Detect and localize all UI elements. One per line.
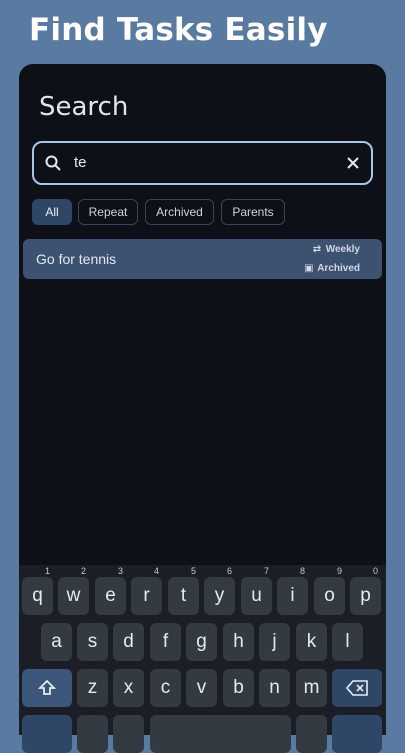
key-t[interactable]: t5 <box>168 566 199 615</box>
filter-chip-repeat[interactable]: Repeat <box>78 199 138 225</box>
key-y[interactable]: y6 <box>204 566 235 615</box>
filter-chip-all[interactable]: All <box>32 199 72 225</box>
key-k[interactable]: k <box>296 623 327 661</box>
task-list-item[interactable]: Go for tennis ⇄ Weekly ▣ Archived <box>23 239 382 279</box>
search-input[interactable]: te <box>32 141 373 185</box>
key-p[interactable]: p0 <box>350 566 381 615</box>
key-g[interactable]: g <box>186 623 217 661</box>
task-title: Go for tennis <box>36 251 117 267</box>
on-screen-keyboard: q1 w2 e3 r4 t5 y6 u7 i8 o9 p0 a s d f g … <box>19 565 386 753</box>
key-o[interactable]: o9 <box>314 566 345 615</box>
enter-key[interactable] <box>332 715 382 753</box>
key-b[interactable]: b <box>223 669 254 707</box>
archived-badge: ▣ Archived <box>304 263 360 274</box>
backspace-icon <box>345 680 368 696</box>
key-a[interactable]: a <box>41 623 72 661</box>
headline: Find Tasks Easily <box>29 12 328 48</box>
period-key[interactable] <box>296 715 327 753</box>
key-c[interactable]: c <box>150 669 181 707</box>
shift-key[interactable] <box>22 669 72 707</box>
key-h[interactable]: h <box>223 623 254 661</box>
shift-icon <box>37 679 57 695</box>
key-m[interactable]: m <box>296 669 327 707</box>
repeat-badge: ⇄ Weekly <box>312 244 360 255</box>
key-z[interactable]: z <box>77 669 108 707</box>
key-v[interactable]: v <box>186 669 217 707</box>
page-title: Search <box>39 92 129 122</box>
key-n[interactable]: n <box>259 669 290 707</box>
key-e[interactable]: e3 <box>95 566 126 615</box>
key-l[interactable]: l <box>332 623 363 661</box>
filter-chip-parents[interactable]: Parents <box>221 199 285 225</box>
backspace-key[interactable] <box>332 669 382 707</box>
emoji-key[interactable] <box>113 715 144 753</box>
key-x[interactable]: x <box>113 669 144 707</box>
key-d[interactable]: d <box>113 623 144 661</box>
search-icon <box>45 155 61 171</box>
key-r[interactable]: r4 <box>131 566 162 615</box>
close-icon[interactable] <box>345 155 361 171</box>
symbols-key[interactable] <box>22 715 72 753</box>
key-w[interactable]: w2 <box>58 566 89 615</box>
archive-icon: ▣ <box>304 263 314 274</box>
space-key[interactable] <box>150 715 291 753</box>
key-f[interactable]: f <box>150 623 181 661</box>
key-u[interactable]: u7 <box>241 566 272 615</box>
comma-key[interactable] <box>77 715 108 753</box>
key-q[interactable]: q1 <box>22 566 53 615</box>
repeat-icon: ⇄ <box>312 244 322 255</box>
key-s[interactable]: s <box>77 623 108 661</box>
search-value[interactable]: te <box>74 154 87 171</box>
filter-chip-archived[interactable]: Archived <box>145 199 214 225</box>
key-j[interactable]: j <box>259 623 290 661</box>
key-i[interactable]: i8 <box>277 566 308 615</box>
